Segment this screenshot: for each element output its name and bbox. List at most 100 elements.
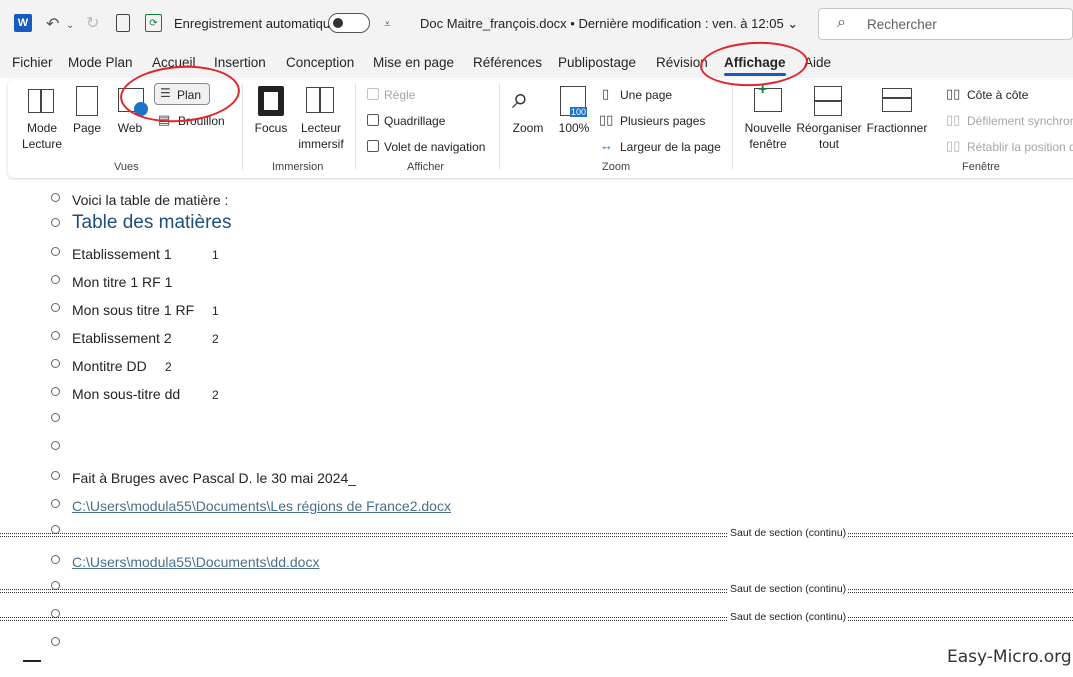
toc-page-number: 2 xyxy=(212,332,219,346)
ribbon-affichage: Mode Lecture Page Web ☰ Plan ▤ Brouillon… xyxy=(8,80,1073,178)
tab-insertion[interactable]: Insertion xyxy=(214,55,266,70)
tab-fichier[interactable]: Fichier xyxy=(12,55,53,70)
nouvelle-label-1: Nouvelle xyxy=(744,121,792,135)
separator xyxy=(499,84,500,170)
watermark: Easy-Micro.org xyxy=(947,647,1072,667)
search-box[interactable]: ⌕ Rechercher xyxy=(818,8,1073,40)
autosave-toggle[interactable] xyxy=(328,13,370,33)
plan-button[interactable]: ☰ Plan xyxy=(154,83,210,105)
outline-line[interactable]: Mon titre 1 RF 1 xyxy=(0,266,1073,294)
reorganiser-label-2: tout xyxy=(818,137,839,151)
outline-line[interactable]: Montitre DD 2 xyxy=(0,350,1073,378)
outline-line[interactable]: Voici la table de matière : xyxy=(0,184,1073,212)
outline-line[interactable]: Mon sous titre 1 RF 1 xyxy=(0,294,1073,322)
section-break-label: Saut de section (continu) xyxy=(728,527,849,539)
tab-conception[interactable]: Conception xyxy=(286,55,354,70)
tab-affichage[interactable]: Affichage xyxy=(724,55,786,76)
quadrillage-box[interactable] xyxy=(367,114,379,126)
outline-bullet-icon[interactable] xyxy=(51,555,60,564)
line-text: Voici la table de matière : xyxy=(72,192,229,208)
tab-mode-plan[interactable]: Mode Plan xyxy=(68,55,133,70)
outline-line[interactable] xyxy=(0,404,1073,432)
volet-box[interactable] xyxy=(367,140,379,152)
outline-bullet-icon[interactable] xyxy=(51,247,60,256)
mode-lecture-label-1: Mode xyxy=(26,121,58,135)
outline-line[interactable] xyxy=(0,600,1073,628)
toc-entry: Mon titre 1 RF 1 xyxy=(72,274,173,290)
outline-bullet-icon[interactable] xyxy=(51,471,60,480)
outline-line[interactable]: Fait à Bruges avec Pascal D. le 30 mai 2… xyxy=(0,462,1073,490)
regle-box[interactable] xyxy=(367,88,379,100)
new-window-icon: + xyxy=(754,81,782,112)
arrange-all-icon xyxy=(814,86,842,116)
undo-icon[interactable]: ↶ xyxy=(46,14,59,34)
tab-accueil[interactable]: Accueil xyxy=(152,55,196,70)
outline-line[interactable]: Etablissement 1 1 xyxy=(0,238,1073,266)
outline-line[interactable]: C:\Users\modula55\Documents\dd.docx xyxy=(0,546,1073,574)
group-label-afficher: Afficher xyxy=(407,161,445,173)
focus-label: Focus xyxy=(254,121,288,135)
outline-bullet-icon[interactable] xyxy=(51,413,60,422)
zoom-label: Zoom xyxy=(512,121,544,135)
undo-dropdown-icon[interactable]: ⌄ xyxy=(66,15,74,35)
outline-bullet-icon[interactable] xyxy=(51,359,60,368)
tab-publipostage[interactable]: Publipostage xyxy=(558,55,636,70)
multiple-pages-icon: ▯▯ xyxy=(599,112,614,127)
section-break-label: Saut de section (continu) xyxy=(728,583,849,595)
side-by-side-icon: ▯▯ xyxy=(946,86,961,101)
search-input[interactable]: Rechercher xyxy=(867,17,937,32)
autosave-label: Enregistrement automatique xyxy=(174,16,338,31)
cote-label: Côte à côte xyxy=(967,88,1029,102)
sync-scroll-icon: ▯▯ xyxy=(946,112,961,127)
section-break xyxy=(0,533,1073,537)
file-link[interactable]: C:\Users\modula55\Documents\dd.docx xyxy=(72,554,319,570)
end-of-document-mark xyxy=(23,660,41,662)
document-title[interactable]: Doc Maitre_françois.docx • Dernière modi… xyxy=(420,16,798,32)
brouillon-label: Brouillon xyxy=(178,114,225,128)
redo-icon[interactable]: ↻ xyxy=(86,13,99,33)
tab-references[interactable]: Références xyxy=(473,55,542,70)
section-break xyxy=(0,589,1073,593)
outline-line[interactable]: Etablissement 2 2 xyxy=(0,322,1073,350)
outline-line[interactable]: Mon sous-titre dd 2 xyxy=(0,378,1073,406)
outline-bullet-icon[interactable] xyxy=(51,303,60,312)
outline-line[interactable]: C:\Users\modula55\Documents\Les régions … xyxy=(0,490,1073,518)
zoom-100-label: 100% xyxy=(558,121,590,135)
toc-page-number: 1 xyxy=(212,304,219,318)
group-label-vues: Vues xyxy=(114,161,139,173)
zoom-100-icon: 100 xyxy=(560,86,587,117)
reset-position-icon: ▯▯ xyxy=(946,138,961,153)
outline-bullet-icon[interactable] xyxy=(51,331,60,340)
toc-entry: Mon sous-titre dd xyxy=(72,386,181,402)
plan-label: Plan xyxy=(177,88,202,102)
outline-line[interactable] xyxy=(0,628,1073,656)
outline-bullet-icon[interactable] xyxy=(51,193,60,202)
outline-bullet-icon[interactable] xyxy=(51,387,60,396)
split-icon xyxy=(882,88,912,112)
outline-bullet-icon[interactable] xyxy=(51,275,60,284)
line-text: Fait à Bruges avec Pascal D. le 30 mai 2… xyxy=(72,470,357,486)
outline-line[interactable] xyxy=(0,432,1073,460)
outline-line[interactable]: Table des matières xyxy=(0,209,1073,237)
print-preview-icon[interactable] xyxy=(116,14,130,32)
toc-heading: Table des matières xyxy=(72,212,232,233)
outline-bullet-icon[interactable] xyxy=(51,441,60,450)
customize-qat-icon[interactable]: ⩡ xyxy=(384,14,391,34)
tab-mise-en-page[interactable]: Mise en page xyxy=(373,55,454,70)
tab-revision[interactable]: Révision xyxy=(656,55,708,70)
tab-aide[interactable]: Aide xyxy=(804,55,831,70)
outline-bullet-icon[interactable] xyxy=(51,499,60,508)
group-label-fenetre: Fenêtre xyxy=(962,161,1000,173)
lecteur-label-1: Lecteur xyxy=(300,121,342,135)
toc-entry: Etablissement 2 xyxy=(72,330,172,346)
outline-bullet-icon[interactable] xyxy=(51,637,60,646)
toc-page-number: 2 xyxy=(212,388,219,402)
save-icon[interactable]: ⟳ xyxy=(145,14,162,32)
file-link[interactable]: C:\Users\modula55\Documents\Les régions … xyxy=(72,498,451,514)
outline-icon: ☰ xyxy=(160,86,171,100)
word-logo-icon: W xyxy=(14,14,32,32)
outline-line[interactable] xyxy=(0,516,1073,544)
outline-bullet-icon[interactable] xyxy=(51,218,60,227)
outline-line[interactable] xyxy=(0,572,1073,600)
web-label: Web xyxy=(117,121,143,135)
